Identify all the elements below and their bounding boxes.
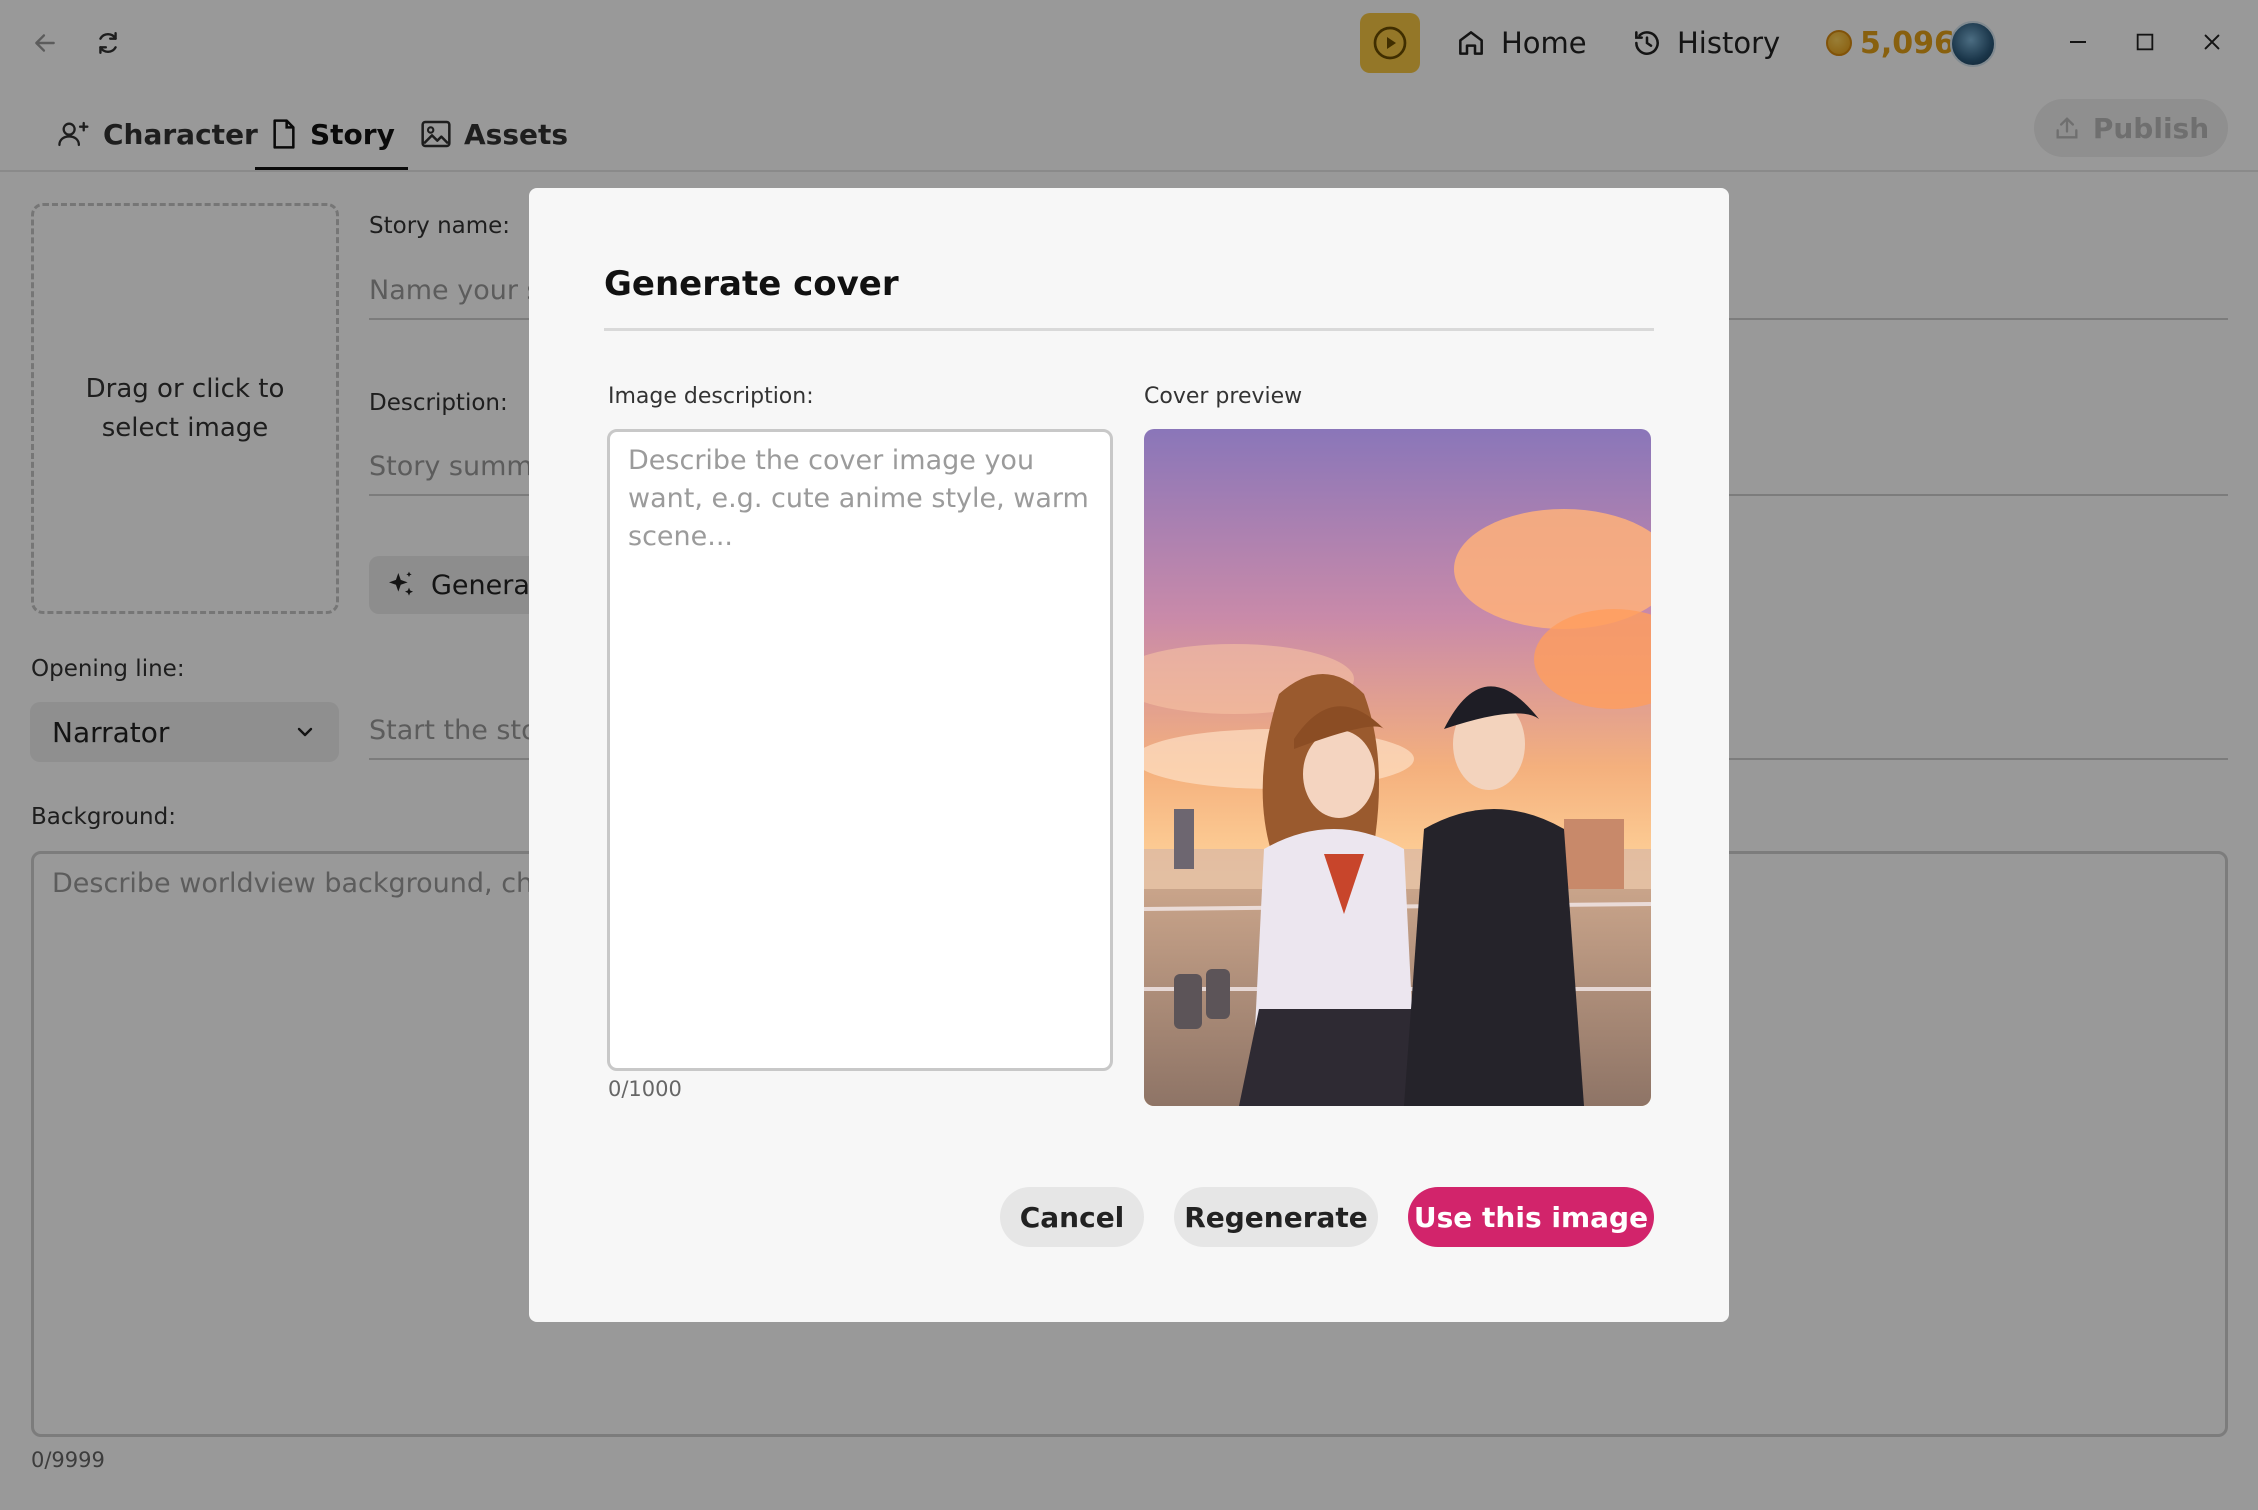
cancel-button[interactable]: Cancel <box>1000 1187 1144 1247</box>
regenerate-button[interactable]: Regenerate <box>1174 1187 1378 1247</box>
image-description-label: Image description: <box>608 384 814 409</box>
use-image-button[interactable]: Use this image <box>1408 1187 1654 1247</box>
description-char-count: 0/1000 <box>608 1077 682 1101</box>
image-description-input[interactable]: Describe the cover image you want, e.g. … <box>607 429 1113 1071</box>
dialog-title: Generate cover <box>604 264 899 304</box>
cover-preview-image <box>1144 429 1651 1106</box>
generate-cover-dialog: Generate cover Image description: Cover … <box>529 188 1729 1322</box>
image-description-placeholder: Describe the cover image you want, e.g. … <box>628 445 1089 552</box>
cover-preview-label: Cover preview <box>1144 384 1303 409</box>
dialog-divider <box>604 328 1654 331</box>
